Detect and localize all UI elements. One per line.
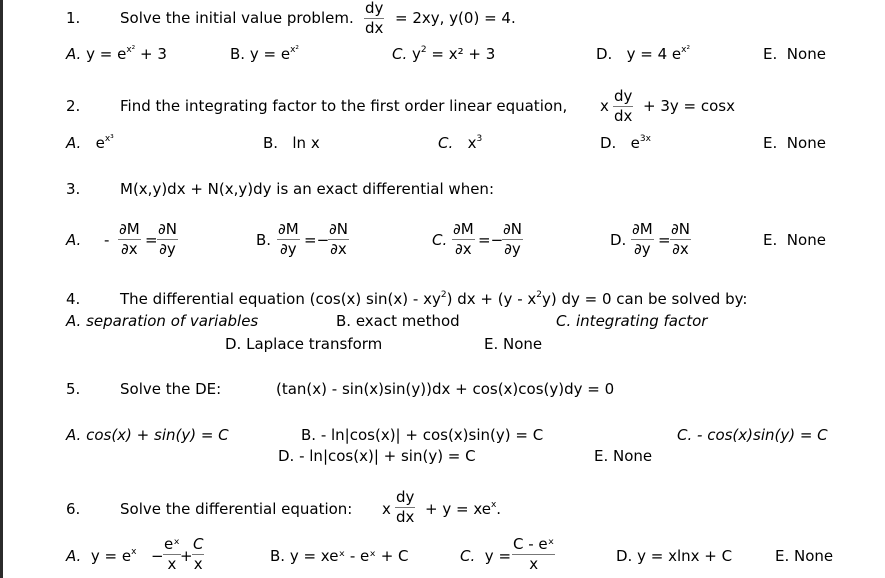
derivative-fraction: dy dx — [395, 488, 416, 526]
partial-fraction: ∂N ∂x — [670, 220, 691, 258]
question-number: 4. — [66, 290, 81, 308]
equation-x: x — [600, 97, 609, 115]
option-e[interactable]: E. None — [594, 447, 652, 465]
option-a[interactable]: A. ex³ — [66, 134, 114, 152]
window-left-edge — [0, 0, 3, 578]
derivative-fraction: dy dx — [613, 87, 634, 125]
equation-rhs: + y = xex. — [425, 500, 502, 518]
equation-rhs: + 3y = cosx — [643, 97, 735, 115]
partial-fraction: ∂N ∂y — [157, 220, 178, 258]
question-text: M(x,y)dx + N(x,y)dy is an exact differen… — [120, 180, 494, 198]
option-d[interactable]: D. - ln|cos(x)| + sin(y) = C — [278, 447, 476, 465]
option-d[interactable]: D. Laplace transform — [225, 335, 382, 353]
option-e[interactable]: E. None — [775, 547, 833, 565]
question-number: 3. — [66, 180, 81, 198]
partial-fraction: ∂N ∂y — [502, 220, 523, 258]
equation: (tan(x) - sin(x)sin(y))dx + cos(x)cos(y)… — [276, 380, 615, 398]
option-e[interactable]: E. None — [763, 45, 826, 63]
option-a[interactable]: A. y = ex² + 3 — [66, 45, 167, 63]
option-b[interactable]: B. ln x — [263, 134, 320, 152]
equation-x: x — [382, 500, 391, 518]
partial-fraction: ∂M ∂y — [277, 220, 300, 258]
question-text: Solve the DE: — [120, 380, 222, 398]
option-c[interactable]: C. - cos(x)sin(y) = C — [677, 426, 828, 444]
option-c[interactable]: C. integrating factor — [556, 312, 707, 330]
partial-fraction: ∂M ∂x — [118, 220, 141, 258]
partial-fraction: ∂M ∂x — [452, 220, 475, 258]
option-e[interactable]: E. None — [484, 335, 542, 353]
option-b[interactable]: B. y = xeˣ - eˣ + C — [270, 547, 409, 565]
option-e[interactable]: E. None — [763, 134, 826, 152]
derivative-fraction: dy dx — [364, 0, 385, 37]
option-d[interactable]: D. y = 4 ex² — [596, 45, 690, 63]
equation-rhs: = 2xy, y(0) = 4. — [395, 9, 516, 27]
option-c[interactable]: C. x3 — [438, 134, 482, 152]
option-d[interactable]: D. y = xlnx + C — [616, 547, 732, 565]
question-text: Find the integrating factor to the first… — [120, 97, 568, 115]
option-e[interactable]: E. None — [763, 231, 826, 249]
question-number: 1. — [66, 9, 81, 27]
question-text: Solve the differential equation: — [120, 500, 353, 518]
fraction: Cx — [192, 535, 205, 573]
option-a[interactable]: A. separation of variables — [66, 312, 258, 330]
partial-fraction: ∂N ∂x — [328, 220, 349, 258]
option-b[interactable]: B. exact method — [336, 312, 460, 330]
question-text: Solve the initial value problem. — [120, 9, 354, 27]
option-a[interactable]: A. cos(x) + sin(y) = C — [66, 426, 229, 444]
fraction: eˣ x — [163, 535, 181, 573]
question-number: 5. — [66, 380, 81, 398]
option-b[interactable]: B. - ln|cos(x)| + cos(x)sin(y) = C — [301, 426, 543, 444]
option-c[interactable]: C. y2 = x² + 3 — [392, 45, 495, 63]
option-b[interactable]: B. y = ex² — [230, 45, 299, 63]
partial-fraction: ∂M ∂y — [631, 220, 654, 258]
option-d[interactable]: D. e3x — [600, 134, 651, 152]
fraction: C - eˣ x — [512, 535, 556, 573]
question-text: The differential equation (cos(x) sin(x)… — [120, 290, 748, 308]
question-number: 6. — [66, 500, 81, 518]
question-number: 2. — [66, 97, 81, 115]
